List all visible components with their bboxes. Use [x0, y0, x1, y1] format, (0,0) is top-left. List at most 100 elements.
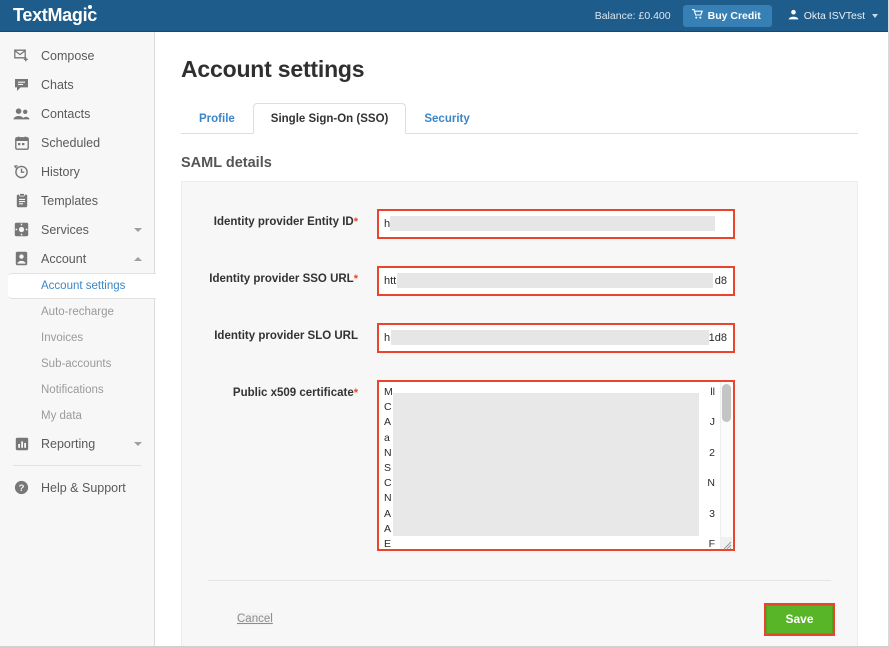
sidebar-item-notifications[interactable]: Notifications: [0, 377, 154, 403]
chevron-down-icon: [134, 228, 142, 232]
sidebar-item-help-support[interactable]: ? Help & Support: [0, 473, 154, 502]
entity-id-value-prefix: h: [384, 218, 390, 230]
redaction-block: [397, 273, 713, 288]
question-circle-icon: ?: [13, 479, 30, 496]
save-button[interactable]: Save: [766, 605, 833, 634]
chevron-down-icon: [134, 442, 142, 446]
cart-icon: [692, 9, 703, 22]
field-row-sso-url: Identity provider SSO URL* htt d8: [182, 266, 857, 296]
sidebar-item-contacts[interactable]: Contacts: [0, 99, 154, 128]
sidebar-item-history[interactable]: History: [0, 157, 154, 186]
saml-details-panel: Identity provider Entity ID* h Identity …: [181, 181, 858, 648]
field-row-certificate: Public x509 certificate* M C A a N S C N…: [182, 380, 857, 551]
slo-url-label: Identity provider SLO URL: [182, 323, 377, 349]
clock-icon: [13, 163, 30, 180]
sidebar-subitem-label: Account settings: [41, 280, 125, 292]
sidebar-item-my-data[interactable]: My data: [0, 403, 154, 429]
sidebar-item-label: Reporting: [41, 437, 134, 451]
page-title: Account settings: [181, 56, 890, 83]
compose-icon: [13, 47, 30, 64]
sidebar-subitem-label: Auto-recharge: [41, 306, 114, 318]
slo-url-label-text: Identity provider SLO URL: [214, 330, 358, 342]
top-header-bar: TextMagic Balance: £0.400 Buy Credit: [0, 0, 890, 32]
clipboard-icon: [13, 192, 30, 209]
sidebar-item-label: Account: [41, 252, 134, 266]
tab-profile[interactable]: Profile: [181, 103, 253, 134]
logo-dot: [88, 5, 92, 9]
tab-security[interactable]: Security: [406, 103, 487, 134]
footer-divider: [208, 580, 831, 581]
certificate-label: Public x509 certificate*: [182, 380, 377, 406]
sidebar-item-services[interactable]: Services: [0, 215, 154, 244]
sidebar-item-label: Help & Support: [41, 481, 154, 495]
field-row-entity-id: Identity provider Entity ID* h: [182, 209, 857, 239]
sidebar-subitem-label: My data: [41, 410, 82, 422]
buy-credit-button[interactable]: Buy Credit: [683, 5, 772, 27]
tab-label: Security: [424, 113, 469, 125]
entity-id-highlight: h: [377, 209, 735, 239]
sidebar-subitem-label: Notifications: [41, 384, 104, 396]
certificate-text-left: M C A a N S C N A A E: [384, 385, 393, 549]
sidebar-item-auto-recharge[interactable]: Auto-recharge: [0, 299, 154, 325]
redaction-block: [390, 216, 715, 231]
section-title: SAML details: [181, 155, 890, 171]
redaction-block: [391, 330, 709, 345]
slo-url-highlight: h 1d8: [377, 323, 735, 353]
entity-id-label: Identity provider Entity ID*: [182, 209, 377, 235]
entity-id-input[interactable]: h: [379, 211, 733, 237]
sidebar-item-account-settings[interactable]: Account settings: [8, 273, 156, 299]
sidebar-divider: [13, 465, 141, 466]
entity-id-label-text: Identity provider Entity ID: [214, 216, 354, 228]
sso-url-label: Identity provider SSO URL*: [182, 266, 377, 292]
certificate-textarea[interactable]: M C A a N S C N A A E ll J 2 N 3 F: [379, 382, 733, 549]
balance-label: Balance: £0.400: [595, 10, 671, 22]
sidebar-item-account[interactable]: Account: [0, 244, 154, 273]
slo-url-input[interactable]: h 1d8: [379, 325, 733, 351]
gear-icon: [13, 221, 30, 238]
sidebar-item-label: Templates: [41, 194, 154, 208]
settings-tabs: Profile Single Sign-On (SSO) Security: [181, 103, 858, 134]
contacts-icon: [13, 105, 30, 122]
sso-url-value-prefix: htt: [384, 275, 396, 287]
sidebar-item-chats[interactable]: Chats: [0, 70, 154, 99]
sidebar-item-scheduled[interactable]: Scheduled: [0, 128, 154, 157]
slo-url-value-prefix: h: [384, 332, 390, 344]
sso-url-input[interactable]: htt d8: [379, 268, 733, 294]
tab-label: Single Sign-On (SSO): [271, 113, 389, 125]
sidebar-item-label: Scheduled: [41, 136, 154, 150]
sidebar-item-label: Chats: [41, 78, 154, 92]
resize-handle[interactable]: [721, 537, 732, 548]
sidebar-item-sub-accounts[interactable]: Sub-accounts: [0, 351, 154, 377]
required-marker: *: [354, 216, 358, 228]
sidebar-item-compose[interactable]: Compose: [0, 41, 154, 70]
scrollbar-thumb[interactable]: [722, 384, 731, 422]
form-footer: Cancel Save: [182, 603, 857, 635]
sso-url-value-suffix: d8: [715, 275, 727, 287]
sidebar-subitem-label: Sub-accounts: [41, 358, 111, 370]
certificate-label-text: Public x509 certificate: [233, 387, 354, 399]
buy-credit-label: Buy Credit: [708, 10, 761, 22]
chevron-down-icon: [872, 14, 878, 18]
tab-single-sign-on[interactable]: Single Sign-On (SSO): [253, 103, 407, 134]
field-row-slo-url: Identity provider SLO URL h 1d8: [182, 323, 857, 353]
slo-url-value-suffix: 1d8: [709, 332, 727, 344]
sidebar-item-invoices[interactable]: Invoices: [0, 325, 154, 351]
redaction-block: [393, 393, 699, 536]
sidebar-navigation: Compose Chats Contacts: [0, 32, 155, 648]
user-card-icon: [13, 250, 30, 267]
tab-label: Profile: [199, 113, 235, 125]
user-menu[interactable]: Okta ISVTest: [788, 9, 878, 23]
required-marker: *: [354, 387, 358, 399]
app-logo-text: TextMagic: [13, 5, 97, 25]
sidebar-item-reporting[interactable]: Reporting: [0, 429, 154, 458]
certificate-scrollbar[interactable]: [720, 382, 733, 549]
cancel-link[interactable]: Cancel: [237, 613, 273, 625]
app-logo[interactable]: TextMagic: [13, 5, 97, 26]
sidebar-subitem-label: Invoices: [41, 332, 83, 344]
sidebar-item-templates[interactable]: Templates: [0, 186, 154, 215]
required-marker: *: [354, 273, 358, 285]
chevron-up-icon: [134, 257, 142, 261]
svg-text:?: ?: [19, 483, 25, 494]
sso-url-highlight: htt d8: [377, 266, 735, 296]
certificate-text-right: ll J 2 N 3 F: [707, 385, 715, 549]
